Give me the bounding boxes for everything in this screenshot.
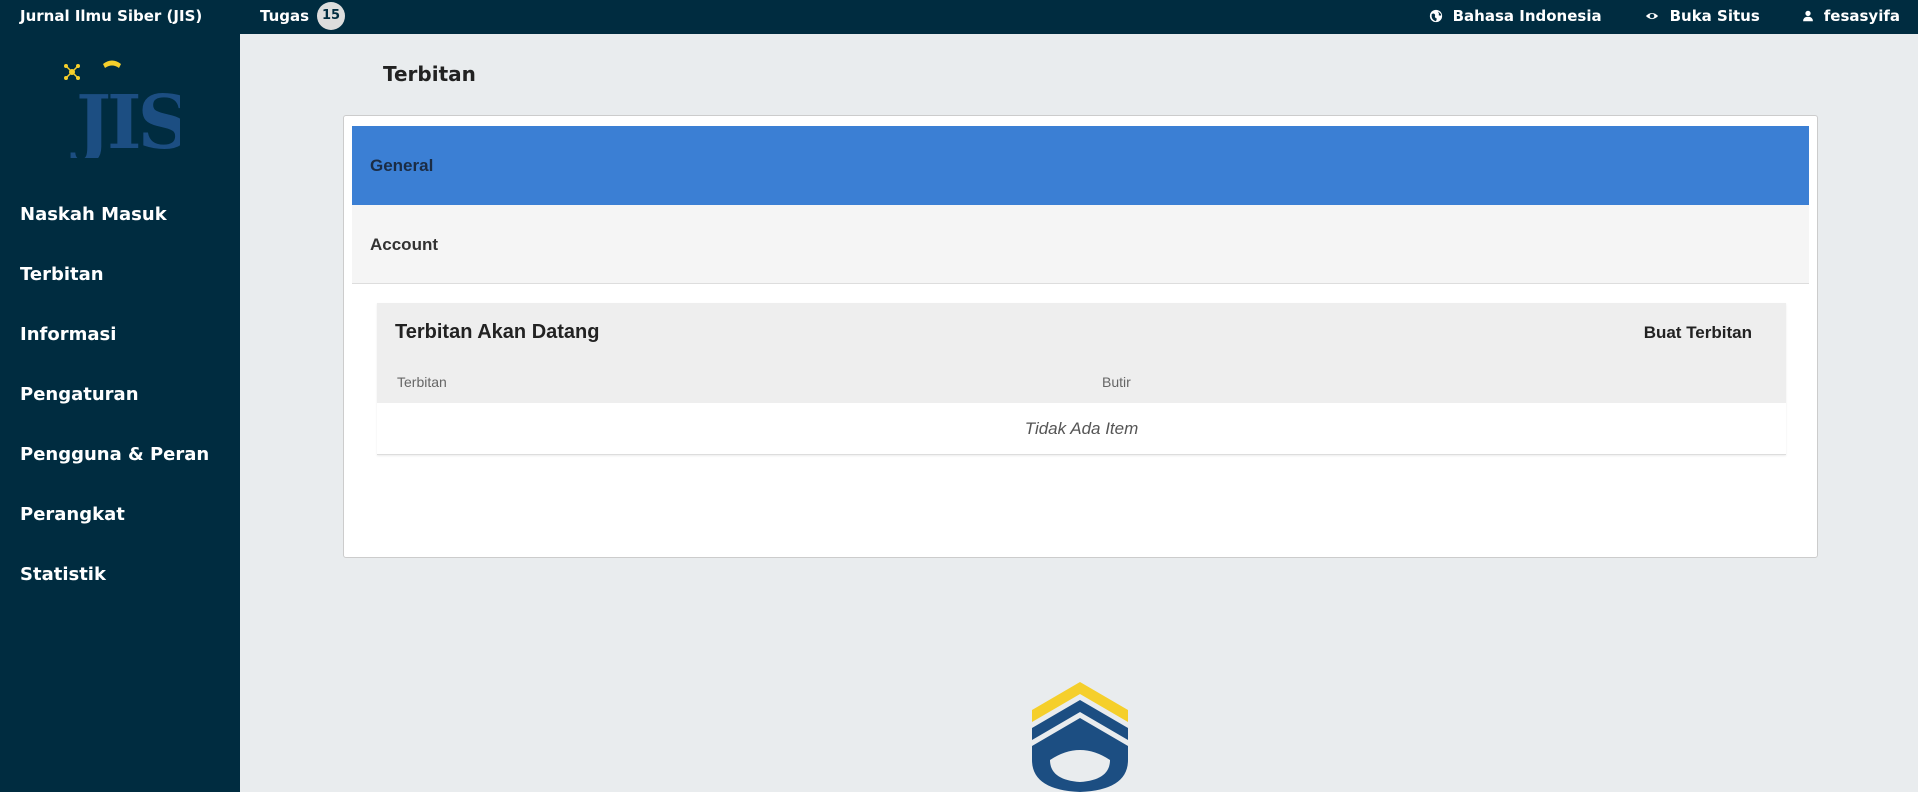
journal-logo[interactable]: JIS xyxy=(60,58,180,158)
grid-header: Terbitan Akan Datang Buat Terbitan Terbi… xyxy=(377,303,1786,403)
page-title: Terbitan xyxy=(383,62,476,86)
view-site-label: Buka Situs xyxy=(1669,7,1760,25)
view-site-link[interactable]: Buka Situs xyxy=(1644,7,1760,25)
tasks-link[interactable]: Tugas 15 xyxy=(260,0,346,32)
sidebar-item-pengaturan[interactable]: Pengaturan xyxy=(0,369,240,429)
column-header-butir[interactable]: Butir xyxy=(1102,374,1131,390)
grid-title: Terbitan Akan Datang xyxy=(395,321,600,343)
logo-star-icon xyxy=(64,64,80,80)
language-label: Bahasa Indonesia xyxy=(1452,7,1602,25)
content-panel: General Account Terbitan Akan Datang Bua… xyxy=(343,115,1818,558)
user-menu[interactable]: fesasyifa xyxy=(1802,7,1900,25)
tab-general[interactable]: General xyxy=(352,126,1809,205)
eye-icon xyxy=(1645,12,1658,20)
sidebar-item-terbitan[interactable]: Terbitan xyxy=(0,249,240,309)
globe-icon xyxy=(1429,9,1442,23)
sidebar-nav: Naskah Masuk Terbitan Informasi Pengatur… xyxy=(0,189,240,609)
sidebar-item-informasi[interactable]: Informasi xyxy=(0,309,240,369)
username: fesasyifa xyxy=(1823,7,1900,25)
tasks-label: Tugas xyxy=(260,7,310,25)
tasks-count-badge: 15 xyxy=(317,2,346,30)
tab-list: General Account xyxy=(352,126,1809,284)
column-header-terbitan[interactable]: Terbitan xyxy=(397,374,447,390)
user-icon xyxy=(1802,10,1813,22)
top-bar-right: Bahasa Indonesia Buka Situs fesasyifa xyxy=(1429,0,1900,32)
sidebar-item-naskah-masuk[interactable]: Naskah Masuk xyxy=(0,189,240,249)
logo-text: JIS xyxy=(70,80,180,158)
language-menu[interactable]: Bahasa Indonesia xyxy=(1429,7,1602,25)
create-issue-button[interactable]: Buat Terbitan xyxy=(1644,323,1752,343)
sidebar: JIS Naskah Masuk Terbitan Informasi Peng… xyxy=(0,34,240,792)
site-title-link[interactable]: Jurnal Ilmu Siber (JIS) xyxy=(20,0,202,32)
sidebar-item-statistik[interactable]: Statistik xyxy=(0,549,240,609)
grid-empty-message: Tidak Ada Item xyxy=(377,403,1786,454)
upcoming-issues-grid: Terbitan Akan Datang Buat Terbitan Terbi… xyxy=(377,303,1786,455)
sidebar-item-pengguna-peran[interactable]: Pengguna & Peran xyxy=(0,429,240,489)
tab-account[interactable]: Account xyxy=(352,205,1809,284)
footer-logo-icon xyxy=(1032,682,1128,792)
top-bar: Jurnal Ilmu Siber (JIS) Tugas 15 Bahasa … xyxy=(0,0,1918,34)
sidebar-item-perangkat[interactable]: Perangkat xyxy=(0,489,240,549)
